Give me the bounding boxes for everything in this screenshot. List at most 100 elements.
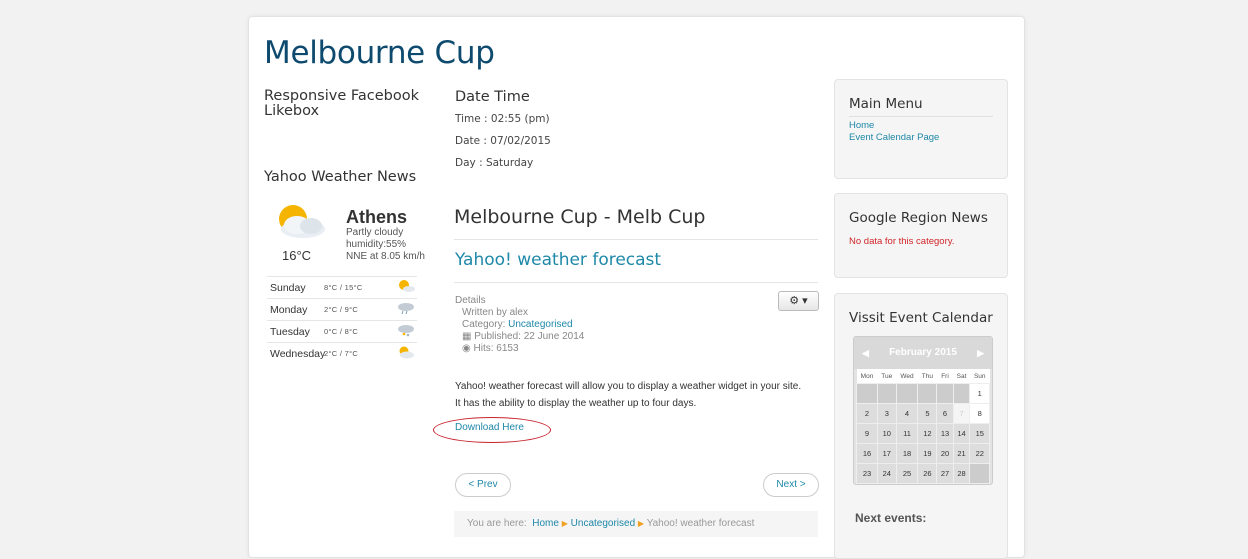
calendar-day[interactable]: 13 [936, 423, 954, 444]
weather-module-title: Yahoo Weather News [264, 169, 417, 185]
calendar-day [856, 383, 878, 404]
calendar-day[interactable]: 28 [952, 463, 971, 484]
breadcrumb-category[interactable]: Uncategorised [571, 518, 635, 529]
calendar-day [952, 383, 971, 404]
weekday-label: Tue [877, 369, 897, 384]
weekday-label: Fri [936, 369, 954, 384]
calendar-day[interactable]: 5 [917, 403, 938, 424]
calendar-day [917, 383, 938, 404]
forecast-day: Tuesday [270, 326, 310, 338]
weekday-label: Thu [917, 369, 937, 384]
calendar-week: 1 [856, 383, 990, 404]
forecast-row: Monday 2°C / 9°C [267, 298, 417, 321]
calendar-day [895, 383, 919, 404]
forecast-temps: 2°C / 9°C [324, 305, 359, 314]
google-news-title: Google Region News [849, 210, 988, 226]
weather-wind: NNE at 8.05 km/h [346, 251, 425, 262]
calendar-day[interactable]: 20 [936, 443, 954, 464]
calendar-day[interactable]: 10 [877, 423, 897, 444]
main-menu-title: Main Menu [849, 96, 923, 112]
eye-icon: ◉ [462, 343, 471, 354]
menu-item-home[interactable]: Home [849, 120, 939, 132]
calendar-day[interactable]: 26 [917, 463, 938, 484]
calendar-day[interactable]: 24 [877, 463, 897, 484]
calendar-header: ◀ February 2015 ▶ [854, 337, 992, 369]
category-line: Category: Uncategorised [455, 319, 705, 331]
main-menu-list: Home Event Calendar Page [849, 120, 939, 144]
weather-condition: Partly cloudy [346, 227, 404, 238]
calendar-day[interactable]: 18 [895, 443, 919, 464]
forecast-row: Tuesday 0°C / 8°C [267, 320, 417, 343]
site-title[interactable]: Melbourne Cup [264, 35, 495, 71]
article-title-link[interactable]: Yahoo! weather forecast [455, 250, 661, 270]
event-calendar-module: Vissit Event Calendar ◀ February 2015 ▶ … [834, 293, 1008, 559]
calendar-day [936, 383, 954, 404]
calendar-weekday-row: Mon Tue Wed Thu Fri Sat Sun [856, 369, 990, 384]
prev-month-arrow-icon[interactable]: ◀ [862, 337, 869, 369]
calendar-grid: Mon Tue Wed Thu Fri Sat Sun 1 2 3 4 5 6 … [856, 369, 990, 484]
rain-cloud-icon [397, 301, 415, 318]
menu-item-event-calendar[interactable]: Event Calendar Page [849, 132, 939, 144]
article-body: Yahoo! weather forecast will allow you t… [455, 378, 825, 412]
calendar-day[interactable]: 4 [895, 403, 919, 424]
main-menu-module: Main Menu Home Event Calendar Page [834, 79, 1008, 179]
forecast-temps: 8°C / 15°C [324, 283, 363, 292]
forecast-day: Monday [270, 304, 308, 316]
calendar-day[interactable]: 15 [969, 423, 990, 444]
breadcrumb-arrow-icon: ▶ [561, 519, 568, 528]
calendar-week: 16 17 18 19 20 21 22 [856, 443, 990, 464]
partly-cloudy-large-icon [269, 201, 329, 241]
calendar-week: 2 3 4 5 6 7 8 [856, 403, 990, 424]
calendar-day[interactable]: 2 [856, 403, 878, 424]
snow-cloud-icon [397, 323, 415, 340]
breadcrumb-home[interactable]: Home [532, 518, 559, 529]
category-link[interactable]: Uncategorised [508, 319, 572, 330]
calendar-day[interactable]: 16 [856, 443, 878, 464]
next-button[interactable]: Next > [763, 473, 819, 497]
calendar-day[interactable]: 21 [952, 443, 971, 464]
calendar-day[interactable]: 9 [856, 423, 878, 444]
likebox-title: Responsive Facebook Likebox [264, 88, 419, 119]
partly-cloudy-icon [397, 345, 415, 362]
event-calendar-title: Vissit Event Calendar [849, 310, 993, 326]
google-news-message: No data for this category. [849, 236, 955, 247]
weather-forecast-list: Sunday 8°C / 15°C Monday 2°C / 9°C Tuesd… [267, 276, 417, 386]
calendar-day[interactable]: 8 [969, 403, 990, 424]
weather-city: Athens [346, 207, 408, 227]
calendar-day[interactable]: 23 [856, 463, 878, 484]
hits-count: Hits: 6153 [473, 343, 519, 354]
article-details: Details Written by alex Category: Uncate… [455, 295, 705, 355]
forecast-row: Sunday 8°C / 15°C [267, 276, 417, 299]
divider [454, 239, 818, 240]
calendar-month: February 2015 [889, 347, 957, 358]
calendar-day[interactable]: 27 [936, 463, 954, 484]
calendar-day [877, 383, 897, 404]
calendar-day[interactable]: 19 [917, 443, 938, 464]
published-date: Published: 22 June 2014 [474, 331, 585, 342]
next-month-arrow-icon[interactable]: ▶ [977, 337, 984, 369]
forecast-temps: 2°C / 7°C [324, 349, 359, 358]
breadcrumb-current: Yahoo! weather forecast [646, 518, 755, 529]
calendar-day[interactable]: 17 [877, 443, 897, 464]
calendar-day[interactable]: 12 [917, 423, 938, 444]
breadcrumb-prefix: You are here: [467, 518, 527, 529]
calendar-day[interactable]: 6 [936, 403, 954, 424]
calendar-day-today[interactable]: 7 [952, 403, 971, 424]
calendar-day[interactable]: 14 [952, 423, 971, 444]
calendar-day[interactable]: 1 [969, 383, 990, 404]
calendar-day[interactable]: 11 [895, 423, 919, 444]
datetime-date: Date : 07/02/2015 [455, 135, 551, 147]
calendar-day[interactable]: 25 [895, 463, 919, 484]
breadcrumb-arrow-icon: ▶ [637, 519, 645, 528]
page-container: Melbourne Cup Responsive Facebook Likebo… [248, 16, 1025, 559]
article-tools-button[interactable]: ⚙ ▾ [778, 291, 819, 311]
calendar-day[interactable]: 22 [969, 443, 990, 464]
calendar-day[interactable]: 3 [877, 403, 897, 424]
annotation-circle [433, 417, 551, 443]
sun-cloud-icon [397, 279, 415, 296]
written-by: Written by alex [462, 307, 528, 318]
calendar-icon: ▦ [462, 331, 472, 342]
page-heading: Melbourne Cup - Melb Cup [454, 206, 706, 228]
details-label: Details [455, 295, 486, 306]
prev-button[interactable]: < Prev [455, 473, 511, 497]
